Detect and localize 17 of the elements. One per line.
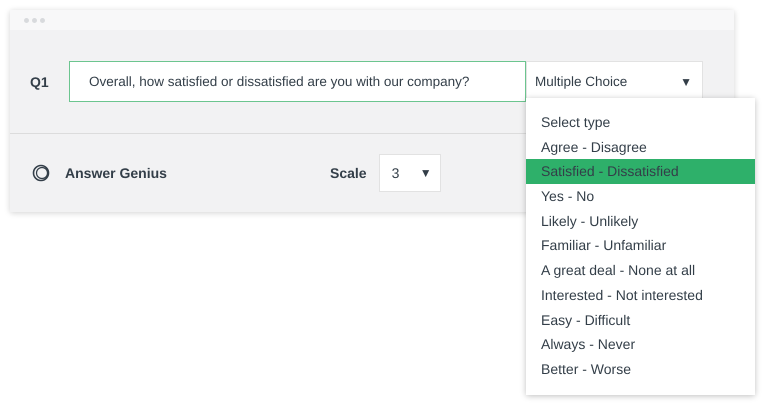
- menu-item[interactable]: Easy - Difficult: [526, 308, 755, 332]
- menu-item[interactable]: Yes - No: [526, 184, 755, 209]
- menu-item[interactable]: Agree - Disagree: [526, 134, 755, 160]
- question-number: Q1: [30, 74, 50, 90]
- circle-icon: [32, 164, 50, 182]
- menu-item[interactable]: Satisfied - Dissatisfied: [526, 159, 755, 184]
- menu-item[interactable]: Interested - Not interested: [526, 282, 755, 308]
- scale-label: Scale: [330, 165, 367, 181]
- scale-dropdown[interactable]: 3 ▼: [378, 154, 441, 192]
- menu-item[interactable]: Better - Worse: [526, 356, 755, 382]
- menu-item[interactable]: Familiar - Unfamiliar: [526, 233, 755, 258]
- menu-item[interactable]: A great deal - None at all: [526, 258, 755, 283]
- question-field[interactable]: Overall, how satisfied or dissatisfied are you with our company?: [69, 61, 526, 102]
- menu-header: Select type: [540, 113, 612, 132]
- menu-item[interactable]: Always - Never: [526, 332, 755, 357]
- menu-item[interactable]: Likely - Unlikely: [526, 208, 755, 234]
- feature-label: Answer Genius: [65, 165, 168, 181]
